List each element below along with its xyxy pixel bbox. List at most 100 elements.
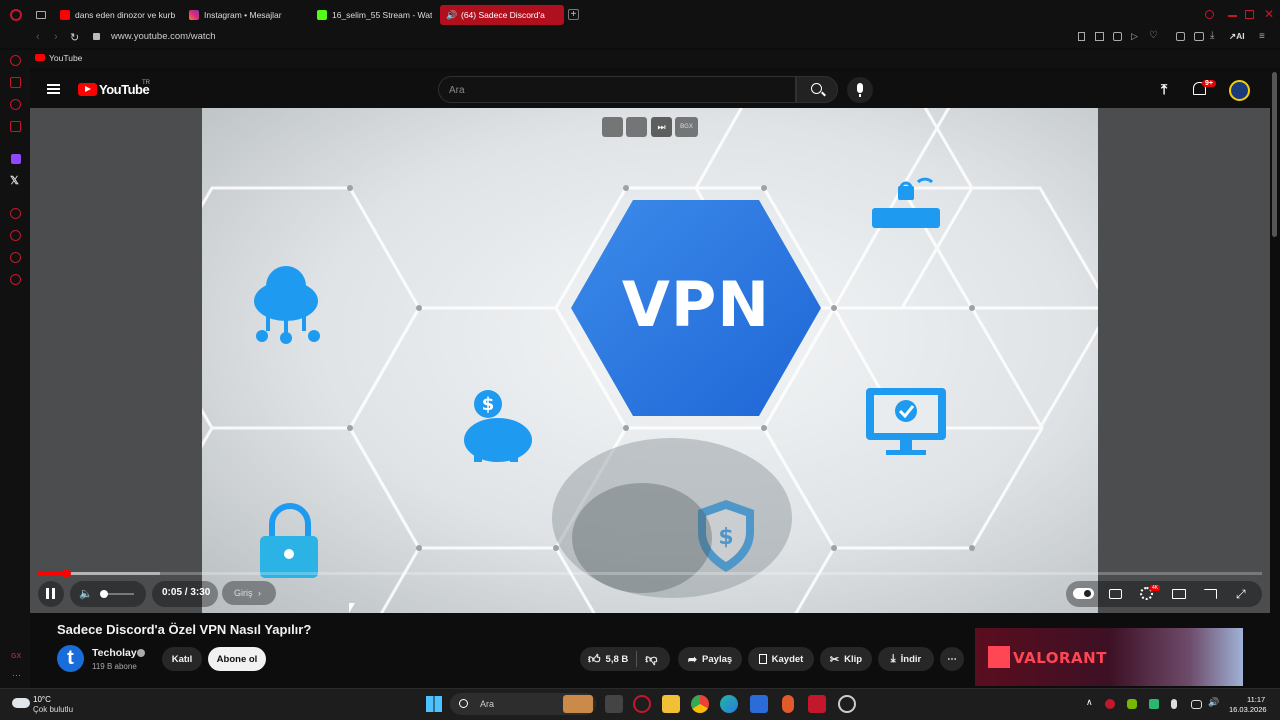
tab-youtube-active[interactable]: 🔊 (64) Sadece Discord'a	[440, 5, 564, 25]
heart-icon[interactable]: ♡	[1149, 30, 1158, 41]
search-button[interactable]	[796, 76, 838, 103]
tab-label: (64) Sadece Discord'a	[461, 10, 545, 20]
gx-taskbar-icon[interactable]	[838, 695, 856, 713]
tab-label: Instagram • Mesajlar	[204, 10, 282, 20]
clip-button[interactable]: ✂ Klip	[820, 647, 872, 671]
windows-start-icon[interactable]	[426, 696, 442, 712]
aria-icon[interactable]	[10, 55, 21, 66]
tray-speaker-icon[interactable]: 🔊	[1208, 697, 1219, 708]
microphone-icon	[857, 83, 863, 93]
cast-icon[interactable]	[1204, 589, 1217, 599]
youtube-logo-icon[interactable]	[78, 83, 97, 96]
store-icon[interactable]	[750, 695, 768, 713]
tab-kick-stream[interactable]: 16_selim_55 Stream - Watc	[317, 5, 432, 25]
opera-logo-icon[interactable]	[10, 9, 22, 21]
gx-control-icon[interactable]	[10, 99, 21, 110]
like-count[interactable]: 5,8 B	[606, 654, 629, 665]
tab-overview-icon[interactable]	[36, 11, 46, 19]
channel-avatar[interactable]: t	[57, 645, 84, 672]
weather-cloud-icon[interactable]	[12, 698, 30, 708]
weather-condition[interactable]: Çok bulutlu	[33, 705, 73, 714]
page-scrollbar[interactable]	[1272, 72, 1277, 237]
close-window-icon[interactable]: ✕	[1264, 7, 1274, 21]
tray-display-icon[interactable]	[1191, 700, 1202, 709]
play-icon[interactable]: ▷	[1131, 31, 1138, 42]
more-sidebar-icon[interactable]: ⋯	[12, 670, 21, 681]
browser-tab-bar: dans eden dinozor ve kurb Instagram • Me…	[0, 0, 1280, 30]
tray-opera-icon[interactable]	[1105, 699, 1115, 709]
wallet-icon[interactable]	[1194, 32, 1204, 41]
pause-button[interactable]	[38, 581, 64, 607]
share-button[interactable]: ➦ Paylaş	[678, 647, 742, 671]
progress-bar[interactable]	[38, 572, 1262, 575]
miniplayer-button-icon[interactable]	[1172, 589, 1186, 599]
tab-instagram[interactable]: Instagram • Mesajlar	[189, 5, 304, 25]
url-text[interactable]: www.youtube.com/watch	[111, 31, 216, 42]
file-explorer-icon[interactable]	[662, 695, 680, 713]
minimize-icon[interactable]	[1228, 15, 1237, 17]
volume-icon[interactable]: 🔈	[79, 587, 93, 600]
tray-nvidia-icon[interactable]	[1127, 699, 1137, 709]
search-input[interactable]: Ara	[438, 76, 796, 103]
subtitles-icon[interactable]	[1109, 589, 1122, 599]
volume-control[interactable]: 🔈	[70, 581, 146, 607]
bgx-button[interactable]: BGX	[675, 117, 698, 137]
monitor-check-icon	[866, 388, 946, 455]
extensions-sidebar-icon[interactable]	[10, 252, 21, 263]
join-button[interactable]: Katıl	[162, 647, 202, 671]
next-icon[interactable]: ⏭	[651, 117, 672, 137]
exit-icon[interactable]	[626, 117, 647, 137]
aria-ai-button[interactable]: ↗AI	[1229, 31, 1245, 42]
save-button[interactable]: Kaydet	[748, 647, 814, 671]
edge-icon[interactable]	[720, 695, 738, 713]
forward-icon[interactable]: ›	[54, 31, 58, 43]
tab-dinosaur[interactable]: dans eden dinozor ve kurb	[60, 5, 175, 25]
gx-corner-icon[interactable]	[10, 77, 21, 88]
gx-cleaner-icon[interactable]	[10, 121, 21, 132]
gx-badge-icon[interactable]: GX	[11, 653, 21, 660]
restore-icon[interactable]	[1245, 10, 1254, 19]
extensions-icon[interactable]	[1176, 32, 1185, 41]
volume-slider-knob[interactable]	[100, 590, 108, 598]
bookmark-youtube[interactable]: YouTube	[49, 53, 82, 63]
more-actions-button[interactable]: ⋯	[940, 647, 964, 671]
chapter-button[interactable]: Giriş ›	[222, 581, 276, 605]
back-icon[interactable]: ‹	[36, 31, 40, 43]
subscribe-button[interactable]: Abone ol	[208, 647, 266, 671]
thumbs-up-icon[interactable]: 👍︎	[588, 652, 601, 667]
download-button[interactable]: ⤓ İndir	[878, 647, 934, 671]
snapshot-icon[interactable]	[1095, 32, 1104, 41]
voice-search-button[interactable]	[847, 77, 873, 103]
hamburger-menu-icon[interactable]	[47, 84, 60, 94]
weather-temperature[interactable]: 10°C	[33, 695, 51, 704]
twitch-icon[interactable]	[11, 154, 21, 164]
player-icon[interactable]	[10, 208, 21, 219]
adblock-icon[interactable]	[1113, 32, 1122, 41]
search-tabs-icon[interactable]	[1205, 10, 1214, 19]
microphone-app-icon[interactable]	[782, 695, 794, 713]
tray-mic-icon[interactable]	[1171, 699, 1177, 709]
menu-icon[interactable]: ≡	[1259, 31, 1265, 42]
autoplay-toggle[interactable]	[1073, 588, 1094, 599]
history-icon[interactable]	[10, 230, 21, 241]
profile-avatar[interactable]	[1229, 80, 1250, 101]
channel-name[interactable]: Techolay	[92, 647, 137, 659]
x-icon[interactable]: 𝕏	[10, 174, 19, 187]
clock-time[interactable]: 11:17	[1247, 695, 1265, 704]
miniplayer-icon[interactable]	[602, 117, 623, 137]
download-icon[interactable]: ⤓	[1210, 30, 1214, 41]
chrome-icon[interactable]	[691, 695, 709, 713]
clock-date[interactable]: 16.03.2026	[1229, 705, 1267, 714]
upload-icon[interactable]: ⤒	[1161, 81, 1167, 98]
opera-gx-taskbar-icon[interactable]	[633, 695, 651, 713]
tray-app-icon[interactable]	[1149, 699, 1159, 709]
fullscreen-icon[interactable]: ⤢	[1236, 587, 1246, 602]
thumbs-down-icon[interactable]: 👎︎	[645, 652, 657, 667]
valorant-taskbar-icon[interactable]	[808, 695, 826, 713]
reload-icon[interactable]: ↻	[70, 31, 79, 44]
new-tab-button[interactable]: +	[568, 9, 579, 20]
bookmark-page-icon[interactable]	[1078, 32, 1085, 41]
settings-sidebar-icon[interactable]	[10, 274, 21, 285]
task-view-icon[interactable]	[605, 695, 623, 713]
tray-chevron-icon[interactable]: ∧	[1086, 697, 1093, 708]
